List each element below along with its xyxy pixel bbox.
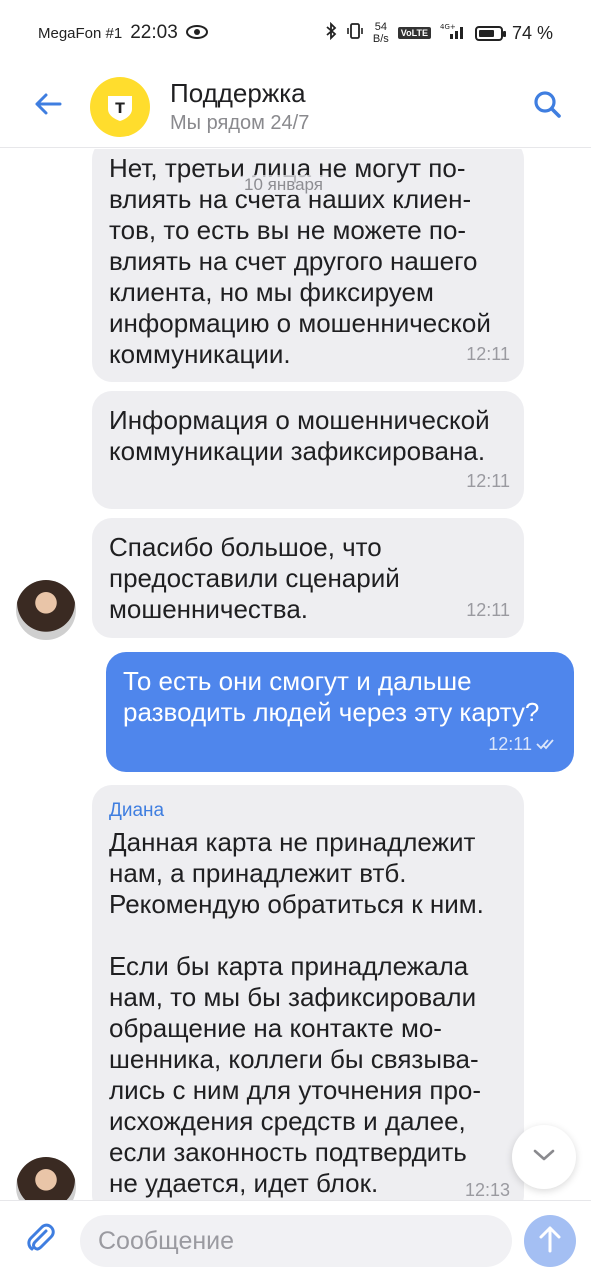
- message-time-status: 12:11: [488, 729, 558, 760]
- message-text: То есть они смогут и дальше разводить лю…: [123, 666, 540, 727]
- message-bubble-incoming[interactable]: Спасибо большое, что предоставили сценар…: [92, 518, 524, 638]
- date-separator: 10 января: [236, 175, 331, 195]
- support-avatar[interactable]: Т: [90, 76, 150, 137]
- volte-badge: VoLTE: [397, 27, 431, 39]
- signal-icon: 4G+: [440, 22, 466, 45]
- vibrate-icon: [346, 22, 364, 45]
- search-icon: [533, 90, 561, 123]
- back-button[interactable]: [26, 85, 70, 129]
- status-bar: MegaFon #1 22:03 54 B/s VoLTE 4G+ 74 %: [0, 0, 591, 66]
- paperclip-icon: [24, 1221, 58, 1260]
- user-avatar[interactable]: [16, 580, 76, 640]
- message-text: Информация о мошеннической коммуникации …: [109, 405, 490, 466]
- battery-fill: [478, 29, 494, 37]
- message-text: Спасибо большое, что предоставили сценар…: [109, 532, 400, 624]
- speed-unit: B/s: [372, 33, 389, 45]
- status-left: MegaFon #1 22:03: [38, 22, 208, 44]
- message-input[interactable]: [80, 1215, 512, 1267]
- chevron-down-icon: [533, 1148, 555, 1167]
- bluetooth-icon: [325, 21, 337, 45]
- sender-name: Диана: [109, 800, 165, 821]
- carrier-name: MegaFon #1: [38, 24, 123, 42]
- message-bubble-outgoing[interactable]: То есть они смогут и дальше разводить лю…: [106, 652, 574, 772]
- attach-button[interactable]: [20, 1219, 62, 1261]
- scroll-down-button[interactable]: [512, 1125, 576, 1189]
- clock: 22:03: [130, 22, 178, 43]
- message-time: 12:11: [466, 471, 510, 491]
- message-list[interactable]: Нет, третьи лица не могут по- влиять на …: [0, 149, 591, 1200]
- arrow-left-icon: [34, 92, 62, 121]
- chat-title: Поддержка: [170, 77, 306, 108]
- shield-logo-icon: Т: [108, 95, 132, 121]
- search-button[interactable]: [525, 85, 569, 129]
- chat-subtitle: Мы рядом 24/7: [170, 111, 310, 134]
- message-time: 12:11: [466, 600, 510, 620]
- message-time: 12:11: [488, 734, 532, 754]
- logo-letter: Т: [115, 101, 125, 117]
- message-text: Данная карта не принадлежит нам, а прина…: [109, 827, 484, 1198]
- svg-text:4G+: 4G+: [440, 23, 456, 31]
- double-check-icon: [536, 729, 558, 760]
- message-bubble-incoming[interactable]: Информация о мошеннической коммуникации …: [92, 391, 524, 509]
- speed-value: 54: [374, 21, 387, 33]
- composer-bar: [0, 1200, 591, 1280]
- battery-icon: [474, 25, 506, 41]
- send-button[interactable]: [524, 1215, 576, 1267]
- chat-header: Т Поддержка Мы рядом 24/7: [0, 66, 591, 148]
- user-avatar[interactable]: [16, 1157, 76, 1200]
- eye-icon: [185, 23, 208, 44]
- status-right: 54 B/s VoLTE 4G+ 74 %: [325, 21, 553, 45]
- message-time: 12:11: [466, 344, 510, 364]
- network-speed: 54 B/s: [373, 21, 389, 45]
- message-bubble-incoming[interactable]: Диана Данная карта не принадлежит нам, а…: [92, 785, 524, 1200]
- message-time: 12:13: [464, 1180, 510, 1200]
- battery-percent: 74 %: [511, 22, 553, 43]
- header-titles[interactable]: Поддержка Мы рядом 24/7: [170, 77, 525, 137]
- arrow-up-icon: [538, 1225, 562, 1258]
